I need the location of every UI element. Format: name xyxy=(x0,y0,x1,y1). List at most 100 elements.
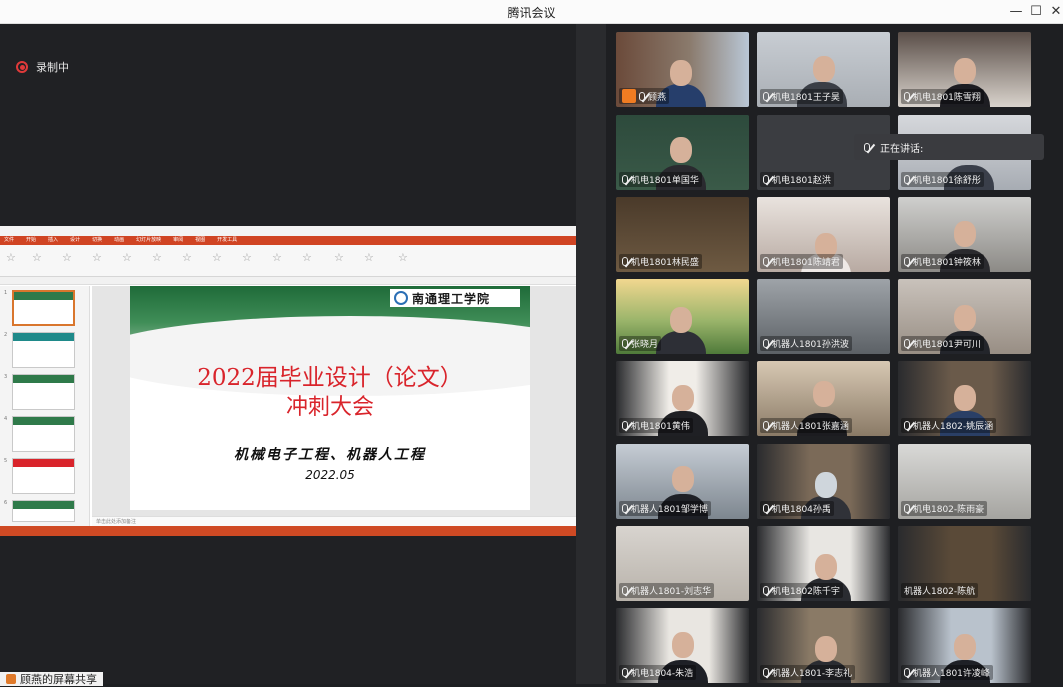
participant-name-tag: 机器人1801许凌峰 xyxy=(901,665,993,680)
school-name: 南通理工学院 xyxy=(412,291,491,306)
participant-name-tag: 机器人1801-李志礼 xyxy=(760,665,856,680)
slide-title-line2: 冲刺大会 xyxy=(285,395,374,420)
participant-name-tag: 机电1801陈靖君 xyxy=(760,254,843,269)
participant-name-tag: 机电1801尹可川 xyxy=(901,336,984,351)
mic-muted-icon xyxy=(622,504,628,513)
participant-tile[interactable]: 机电1802陈千宇 xyxy=(757,526,890,601)
participant-tile[interactable]: 机器人1801邹学博 xyxy=(616,444,749,519)
participant-name-tag: 机器人1801孙洪波 xyxy=(760,336,852,351)
participant-name-tag: 机器人1801张嘉涵 xyxy=(760,418,852,433)
participant-tile[interactable]: 机器人1802-陈航 xyxy=(898,526,1031,601)
mic-muted-icon xyxy=(904,92,910,101)
slide-thumbnails: 1 2 3 4 5 6 xyxy=(0,286,90,526)
slide-thumbnail[interactable] xyxy=(12,416,75,452)
mic-muted-icon xyxy=(763,257,769,266)
slide-thumbnail[interactable] xyxy=(12,290,75,326)
participant-tile[interactable]: 机器人1801-刘志华 xyxy=(616,526,749,601)
participant-name-tag: 机电1801赵洪 xyxy=(760,172,834,187)
animation-star-icon: ☆ xyxy=(242,251,252,264)
participant-name-tag: 机器人1802-姚辰涵 xyxy=(901,418,997,433)
participant-tile[interactable]: 机电1802-陈雨豪 xyxy=(898,444,1031,519)
participant-tile[interactable]: 顾燕 xyxy=(616,32,749,107)
mic-muted-icon xyxy=(622,257,628,266)
mic-muted-icon xyxy=(763,421,769,430)
recording-label: 录制中 xyxy=(36,61,69,74)
ppt-tab: 文件 xyxy=(4,237,15,243)
participant-name-tag: 机电1801林民盛 xyxy=(619,254,702,269)
mic-muted-icon xyxy=(622,421,628,430)
participant-tile[interactable]: 机器人1801许凌峰 xyxy=(898,608,1031,683)
participant-tile[interactable]: 机电1804孙禹 xyxy=(757,444,890,519)
school-logo-icon xyxy=(394,291,408,305)
participant-name-tag: 机电1802-陈雨豪 xyxy=(901,501,988,516)
mic-muted-icon xyxy=(904,421,910,430)
animation-star-icon: ☆ xyxy=(32,251,42,264)
animation-star-icon: ☆ xyxy=(334,251,344,264)
record-icon xyxy=(16,61,28,73)
animation-star-icon: ☆ xyxy=(398,251,408,264)
participant-name-tag: 机电1804-朱浩 xyxy=(619,665,697,680)
participant-tile[interactable]: 机器人1801-李志礼 xyxy=(757,608,890,683)
participant-name-tag: 机器人1802-陈航 xyxy=(901,583,979,598)
participant-tile[interactable]: 机器人1802-姚辰涵 xyxy=(898,361,1031,436)
participant-tile[interactable]: 机电1801钟筱林 xyxy=(898,197,1031,272)
participant-tile[interactable]: 机电1801陈雪翔 xyxy=(898,32,1031,107)
animation-star-icon: ☆ xyxy=(152,251,162,264)
mic-muted-icon xyxy=(622,586,628,595)
slide-thumbnail[interactable] xyxy=(12,332,75,368)
ppt-ribbon: ☆ ☆ ☆ ☆ ☆ ☆ ☆ ☆ ☆ ☆ ☆ ☆ ☆ ☆ xyxy=(0,245,576,277)
shared-screen: 文件 开始 插入 设计 切换 动画 幻灯片放映 审阅 视图 开发工具 ☆ ☆ ☆… xyxy=(0,226,576,536)
recording-indicator[interactable]: 录制中 xyxy=(16,59,69,75)
participant-tile[interactable]: 机电1801林民盛 xyxy=(616,197,749,272)
close-button[interactable]: ✕ xyxy=(1043,2,1063,22)
participant-name-tag: 机电1801单国华 xyxy=(619,172,702,187)
participant-tile[interactable]: 机电1801王子昊 xyxy=(757,32,890,107)
slide-title: 2022届毕业设计（论文） xyxy=(197,365,463,391)
ppt-tab: 视图 xyxy=(195,237,206,243)
ppt-tab: 切换 xyxy=(92,237,103,243)
participant-name-tag: 顾燕 xyxy=(619,88,670,104)
mic-muted-icon xyxy=(763,175,769,184)
participant-name-tag: 机器人1801邹学博 xyxy=(619,501,711,516)
ppt-tab: 审阅 xyxy=(173,237,184,243)
current-slide: 南通理工学院 2022届毕业设计（论文） 冲刺大会 机械电子工程、机器人工程 2… xyxy=(130,286,530,510)
main-share-view: 录制中 文件 开始 插入 设计 切换 动画 幻灯片放映 审阅 视图 开发工具 ☆… xyxy=(0,24,576,686)
mic-muted-icon xyxy=(622,175,628,184)
animation-star-icon: ☆ xyxy=(272,251,282,264)
mic-muted-icon xyxy=(622,668,628,677)
animation-star-icon: ☆ xyxy=(302,251,312,264)
animation-star-icon: ☆ xyxy=(62,251,72,264)
mic-muted-icon xyxy=(904,175,910,184)
participant-tile[interactable]: 机电1801单国华 xyxy=(616,115,749,190)
school-banner: 南通理工学院 xyxy=(390,289,520,307)
ppt-ribbon-groups xyxy=(0,277,576,285)
mic-muted-icon xyxy=(763,504,769,513)
animation-star-icon: ☆ xyxy=(182,251,192,264)
ppt-ribbon-tabs: 文件 开始 插入 设计 切换 动画 幻灯片放映 审阅 视图 开发工具 xyxy=(0,236,576,245)
participant-name-tag: 机电1801钟筱林 xyxy=(901,254,984,269)
host-badge-icon xyxy=(622,89,636,103)
mic-muted-icon xyxy=(763,586,769,595)
participant-name-tag: 机电1801王子昊 xyxy=(760,89,843,104)
participant-tile[interactable]: 机器人1801张嘉涵 xyxy=(757,361,890,436)
screen-share-label: 顾燕的屏幕共享 xyxy=(20,673,97,686)
participant-name-tag: 机电1804孙禹 xyxy=(760,501,834,516)
slide-subtitle: 机械电子工程、机器人工程 xyxy=(234,447,426,463)
ppt-title-bar xyxy=(0,226,576,236)
participant-tile[interactable]: 张晓月 xyxy=(616,279,749,354)
participant-name-tag: 机电1802陈千宇 xyxy=(760,583,843,598)
ppt-tab: 动画 xyxy=(114,237,125,243)
slide-thumbnail[interactable] xyxy=(12,458,75,494)
participant-tile[interactable]: 机电1801陈靖君 xyxy=(757,197,890,272)
slide-thumbnail[interactable] xyxy=(12,374,75,410)
notes-pane[interactable]: 单击此处添加备注 xyxy=(92,516,576,526)
participant-tile[interactable]: 机电1801黄伟 xyxy=(616,361,749,436)
participant-tile[interactable]: 机电1801尹可川 xyxy=(898,279,1031,354)
mic-muted-icon xyxy=(904,668,910,677)
mic-muted-icon xyxy=(763,668,769,677)
participant-tile[interactable]: 机器人1801孙洪波 xyxy=(757,279,890,354)
slide-thumbnail[interactable] xyxy=(12,500,75,522)
participant-tile[interactable]: 机电1804-朱浩 xyxy=(616,608,749,683)
participant-name-tag: 机电1801徐舒彤 xyxy=(901,172,984,187)
animation-star-icon: ☆ xyxy=(6,251,16,264)
